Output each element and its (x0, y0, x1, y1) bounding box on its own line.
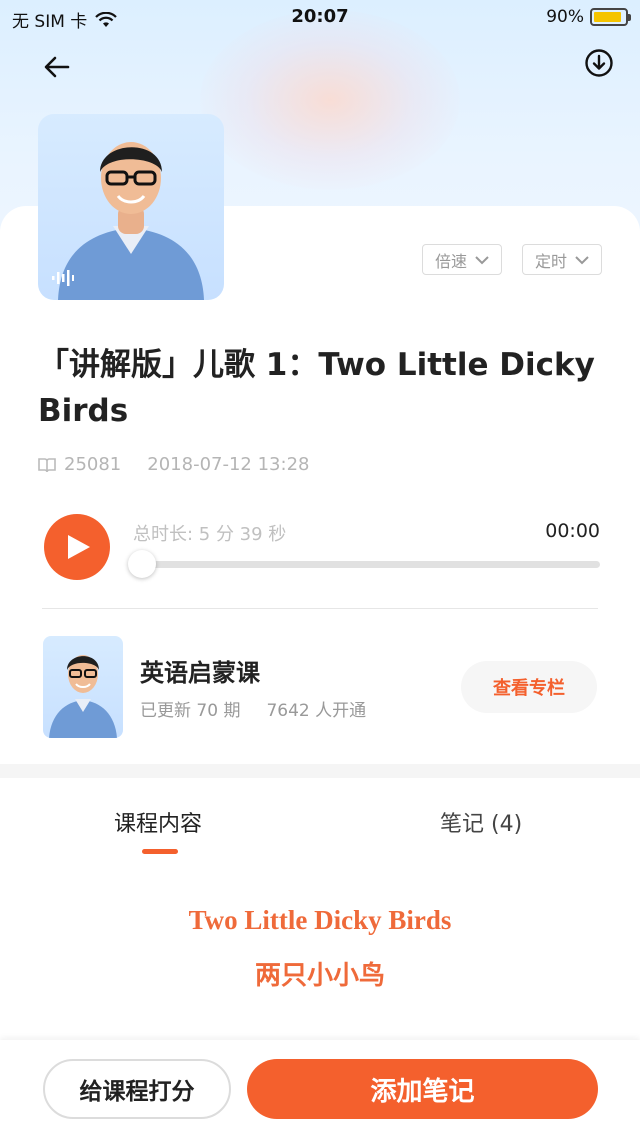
course-cover-image (38, 114, 224, 300)
progress-handle[interactable] (128, 550, 156, 578)
episode-meta: 25081 2018-07-12 13:28 (38, 454, 309, 475)
column-updates: 已更新 70 期 (140, 701, 241, 721)
book-icon (38, 457, 56, 472)
battery-level (594, 12, 621, 22)
download-circle-icon (585, 49, 613, 77)
play-count: 25081 (64, 454, 122, 475)
battery-icon (590, 8, 631, 26)
speed-selector[interactable]: 倍速 (422, 244, 502, 275)
download-button[interactable] (584, 48, 614, 78)
lyric-title-english: Two Little Dicky Birds (188, 905, 452, 935)
timer-selector[interactable]: 定时 (522, 244, 602, 275)
battery-percent: 90% (546, 7, 584, 27)
tab-notes[interactable]: 笔记 (4) (440, 806, 522, 838)
play-button[interactable] (44, 514, 110, 580)
divider (42, 608, 598, 609)
lyric-title-chinese: 两只小小鸟 (254, 961, 385, 991)
status-right: 90% (546, 7, 631, 27)
episode-title: 「讲解版」儿歌 1：Two Little Dicky Birds (38, 347, 595, 429)
column-title[interactable]: 英语启蒙课 (140, 653, 260, 688)
chevron-down-icon (475, 255, 489, 264)
back-button[interactable] (40, 50, 74, 84)
add-note-button[interactable]: 添加笔记 (247, 1059, 598, 1119)
bottom-action-bar: 给课程打分 添加笔记 (0, 1040, 640, 1137)
speed-label: 倍速 (435, 251, 468, 271)
tab-active-indicator (142, 849, 178, 854)
status-bar: 无 SIM 卡 20:07 90% (0, 0, 640, 40)
section-separator (0, 764, 640, 778)
timer-label: 定时 (535, 251, 568, 271)
chevron-down-icon (575, 255, 589, 264)
rate-course-button[interactable]: 给课程打分 (43, 1059, 231, 1119)
column-subscribers: 7642 人开通 (266, 701, 367, 721)
view-column-button[interactable]: 查看专栏 (461, 661, 597, 713)
column-cover-image[interactable] (43, 636, 123, 738)
status-time: 20:07 (291, 6, 349, 27)
column-stats: 已更新 70 期 7642 人开通 (140, 696, 366, 721)
publish-date: 2018-07-12 13:28 (147, 454, 310, 475)
progress-track[interactable] (138, 561, 600, 568)
play-icon (68, 535, 90, 559)
total-duration: 总时长: 5 分 39 秒 (133, 524, 287, 545)
audio-wave-icon (52, 270, 74, 286)
current-time: 00:00 (545, 520, 600, 542)
tab-course-content[interactable]: 课程内容 (114, 806, 202, 838)
arrow-left-icon (44, 56, 70, 78)
teacher-portrait (49, 655, 117, 738)
